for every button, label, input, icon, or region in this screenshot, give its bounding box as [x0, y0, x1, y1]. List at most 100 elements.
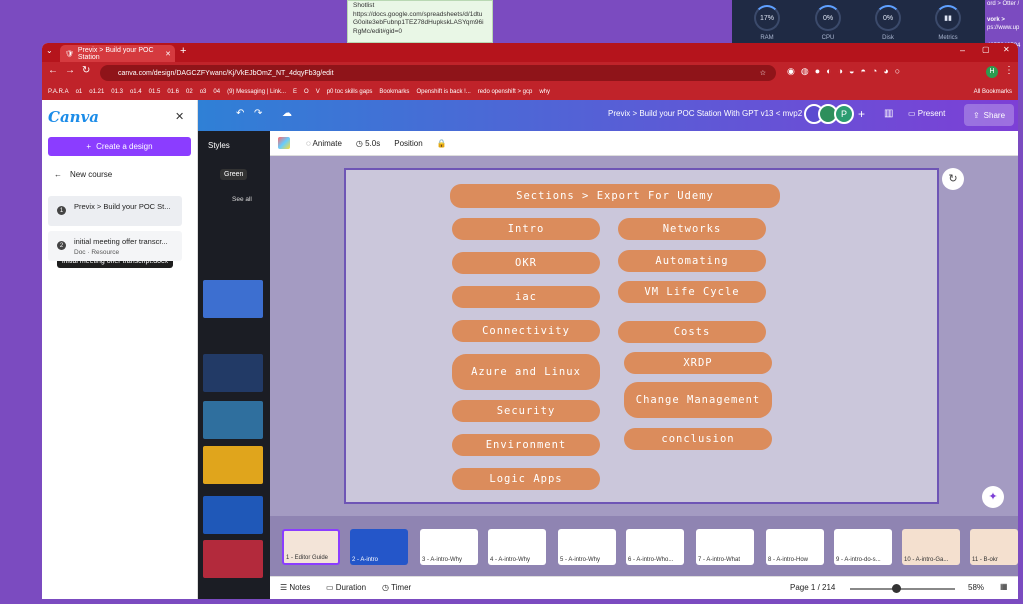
- bookmark-item[interactable]: 01.3: [111, 89, 123, 95]
- bookmark-item[interactable]: (9) Messaging | Link...: [227, 89, 286, 95]
- close-window-icon[interactable]: ✕: [1003, 45, 1010, 54]
- bookmark-item[interactable]: o1.21: [89, 89, 104, 95]
- section-pill[interactable]: Intro: [452, 218, 600, 240]
- close-panel-icon[interactable]: ✕: [175, 110, 184, 123]
- note-url[interactable]: https://docs.google.com/spreadsheets/d/1…: [353, 11, 487, 37]
- template-thumbnail[interactable]: [203, 496, 263, 534]
- zoom-level[interactable]: 58%: [968, 583, 984, 592]
- document-title[interactable]: Previx > Build your POC Station With GPT…: [608, 109, 802, 118]
- section-pill[interactable]: Environment: [452, 434, 600, 456]
- close-tab-icon[interactable]: ✕: [165, 50, 171, 58]
- menu-icon[interactable]: ⋮: [1004, 65, 1014, 76]
- template-thumbnail[interactable]: [203, 401, 263, 439]
- section-pill[interactable]: Automating: [618, 250, 766, 272]
- bookmark-item[interactable]: redo openshift > gcp: [478, 89, 533, 95]
- page-thumbnail[interactable]: 11 - B-okr: [970, 529, 1018, 565]
- minimize-icon[interactable]: –: [960, 45, 965, 55]
- section-pill[interactable]: Costs: [618, 321, 766, 343]
- tab-search-icon[interactable]: ⌄: [46, 46, 53, 55]
- slide-header-pill[interactable]: Sections > Export For Udemy: [450, 184, 780, 208]
- section-pill[interactable]: Change Management: [624, 382, 772, 418]
- page-thumbnail[interactable]: 2 - A-intro: [350, 529, 408, 565]
- page-thumbnail[interactable]: 8 - A-intro-How: [766, 529, 824, 565]
- refresh-icon[interactable]: ↻: [942, 168, 964, 190]
- section-pill[interactable]: iac: [452, 286, 600, 308]
- bookmark-item[interactable]: 02: [186, 89, 193, 95]
- page-thumbnail[interactable]: 5 - A-intro-Why: [558, 529, 616, 565]
- new-tab-icon[interactable]: +: [180, 45, 186, 57]
- bookmark-item[interactable]: 01.6: [167, 89, 179, 95]
- address-bar[interactable]: canva.com/design/DAGCZFYwanc/Kj/VkEJbOmZ…: [100, 65, 776, 81]
- extension-icons[interactable]: ◉◍●◐◑◒◓◔◕○: [787, 66, 906, 77]
- bookmark-item[interactable]: why: [539, 89, 550, 95]
- timer-button[interactable]: ◷ Timer: [382, 583, 411, 592]
- lock-icon[interactable]: 🔒: [437, 139, 447, 148]
- section-pill[interactable]: Logic Apps: [452, 468, 600, 490]
- section-pill[interactable]: Security: [452, 400, 600, 422]
- section-pill[interactable]: Connectivity: [452, 320, 600, 342]
- page-thumbnail[interactable]: 7 - A-intro-What: [696, 529, 754, 565]
- page-thumbnail[interactable]: 3 - A-intro-Why: [420, 529, 478, 565]
- cloud-save-icon[interactable]: ☁: [282, 108, 292, 119]
- magic-assistant-icon[interactable]: ✦: [982, 486, 1004, 508]
- page-thumbnail[interactable]: 9 - A-intro-do-s...: [834, 529, 892, 565]
- duration-toggle[interactable]: ▭ Duration: [326, 583, 366, 592]
- bookmark-item[interactable]: o3: [200, 89, 207, 95]
- bookmark-item[interactable]: o1.4: [130, 89, 142, 95]
- back-icon[interactable]: ←: [48, 65, 58, 76]
- forward-icon[interactable]: →: [65, 65, 75, 76]
- present-button[interactable]: ▭ Present: [908, 109, 945, 118]
- notes-button[interactable]: ☰ Notes: [280, 583, 310, 592]
- profile-avatar[interactable]: H: [986, 66, 998, 78]
- duration-button[interactable]: ◷ 5.0s: [356, 139, 380, 148]
- collaborator-avatar[interactable]: P: [834, 104, 854, 124]
- bookmark-item[interactable]: o1: [76, 89, 83, 95]
- browser-tab[interactable]: 🛡 Previx > Build your POC Station ✕: [60, 45, 175, 62]
- grid-view-icon[interactable]: ▦: [1000, 582, 1008, 591]
- add-collaborator-icon[interactable]: +: [858, 107, 865, 121]
- create-design-button[interactable]: + Create a design: [48, 137, 191, 156]
- template-thumbnail[interactable]: [203, 446, 263, 484]
- course-item[interactable]: 2 initial meeting offer transcr... Doc ·…: [48, 231, 182, 261]
- section-pill[interactable]: VM Life Cycle: [618, 281, 766, 303]
- bookmark-item[interactable]: E: [293, 89, 297, 95]
- new-course-link[interactable]: ← New course: [54, 170, 112, 179]
- page-thumbnail[interactable]: 1 - Editor Guide: [282, 529, 340, 565]
- analytics-icon[interactable]: ▥: [884, 108, 893, 119]
- undo-icon[interactable]: ↶: [236, 108, 244, 119]
- page-thumbnail[interactable]: 10 - A-intro-Ga...: [902, 529, 960, 565]
- color-picker-icon[interactable]: [278, 137, 290, 149]
- section-pill[interactable]: conclusion: [624, 428, 772, 450]
- filter-green-chip[interactable]: Green: [220, 169, 248, 180]
- zoom-slider[interactable]: [850, 588, 955, 590]
- page-indicator[interactable]: Page 1 / 214: [790, 583, 835, 592]
- page-thumbnail[interactable]: 6 - A-intro-Who...: [626, 529, 684, 565]
- bookmark-item[interactable]: 04: [213, 89, 220, 95]
- star-icon[interactable]: ☆: [760, 69, 766, 77]
- bookmark-item[interactable]: P.A.R.A: [48, 89, 69, 95]
- redo-icon[interactable]: ↷: [254, 108, 262, 119]
- zoom-slider-handle[interactable]: [892, 584, 901, 593]
- template-thumbnail[interactable]: [203, 280, 263, 318]
- animate-button[interactable]: ◌ Animate: [306, 139, 342, 148]
- bookmark-item[interactable]: p0 toc skills gaps: [327, 89, 373, 95]
- section-pill[interactable]: Azure and Linux: [452, 354, 600, 390]
- template-thumbnail[interactable]: [203, 354, 263, 392]
- bookmark-item[interactable]: V: [316, 89, 320, 95]
- section-pill[interactable]: OKR: [452, 252, 600, 274]
- reload-icon[interactable]: ↻: [82, 65, 90, 76]
- bookmark-item[interactable]: O: [304, 89, 309, 95]
- section-pill[interactable]: XRDP: [624, 352, 772, 374]
- template-thumbnail[interactable]: [203, 540, 263, 578]
- course-item[interactable]: 1 Previx > Build your POC St...: [48, 196, 182, 226]
- bookmark-item[interactable]: Bookmarks: [379, 89, 409, 95]
- share-button[interactable]: ⇪ Share: [964, 104, 1014, 126]
- bookmark-item[interactable]: 01.5: [149, 89, 161, 95]
- see-all-link[interactable]: See all: [232, 196, 252, 203]
- bookmark-item[interactable]: Openshift is back !...: [416, 89, 470, 95]
- maximize-icon[interactable]: ▢: [982, 45, 990, 54]
- all-bookmarks[interactable]: All Bookmarks: [974, 89, 1012, 95]
- position-button[interactable]: Position: [394, 139, 422, 148]
- section-pill[interactable]: Networks: [618, 218, 766, 240]
- styles-tab[interactable]: Styles: [208, 141, 230, 150]
